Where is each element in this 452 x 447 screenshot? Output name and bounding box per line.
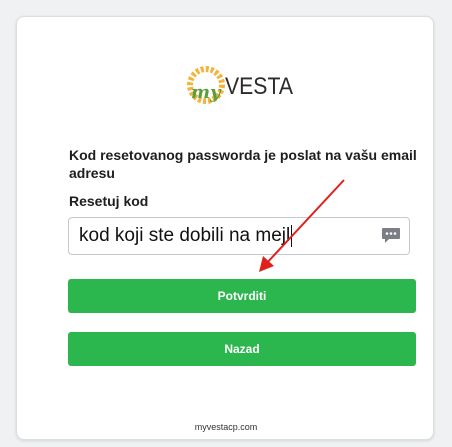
logo-name: VESTA [225,73,293,100]
confirm-button[interactable]: Potvrditi [68,279,416,313]
logo-prefix: my [191,82,222,103]
reset-code-field[interactable] [68,217,410,255]
myvesta-logo: my VESTA [185,63,297,109]
back-button[interactable]: Nazad [68,332,416,366]
reset-code-card: my VESTA Kod resetovanog passworda je po… [16,16,434,440]
reset-code-label: Resetuj kod [69,193,149,209]
reset-sent-message: Kod resetovanog passworda je poslat na v… [69,147,417,181]
myvesta-logo-graphic: my VESTA [187,66,293,104]
footer-link[interactable]: myvestacp.com [17,422,435,432]
reset-code-input[interactable] [69,218,379,254]
chat-bubble-icon[interactable] [381,227,401,245]
text-caret [291,225,292,247]
